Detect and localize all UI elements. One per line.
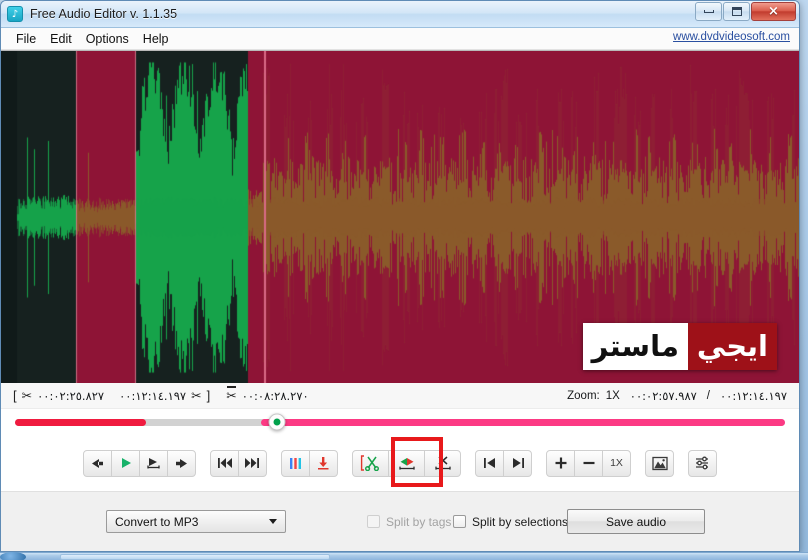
selection-info-bar: [ ✂ ٠٠:٠٢:٢٥.٨٢٧ ٠٠:١٢:١٤.١٩٧ ✂ ] ✂ ٠٠:٠… [1, 383, 799, 409]
split-by-tags-box [367, 515, 380, 528]
watermark: ايجي ماستر [582, 323, 777, 370]
minimize-icon [703, 10, 714, 13]
markers-button[interactable] [281, 449, 310, 477]
effects-settings-button[interactable] [688, 449, 717, 477]
zoom-group: 1X [546, 449, 631, 477]
minimize-button[interactable] [695, 2, 722, 21]
split-by-tags-checkbox[interactable]: Split by tags [367, 515, 451, 529]
step-forward-button[interactable] [167, 449, 196, 477]
zoom-value: 1X [605, 389, 620, 402]
skip-group [210, 449, 267, 477]
selection-length-group: ✂ ٠٠:٠٨:٢٨.٢٧٠ [226, 386, 309, 403]
close-icon: × [768, 4, 779, 19]
watermark-red-text: ايجي [687, 323, 777, 370]
seek-played-segment [15, 418, 146, 426]
position-separator: / [706, 389, 710, 402]
website-link[interactable]: www.dvdvideosoft.com [673, 31, 790, 43]
maximize-icon [731, 7, 742, 16]
menu-help[interactable]: Help [136, 30, 176, 48]
goto-start-button[interactable] [475, 449, 504, 477]
application-window: ♪ Free Audio Editor v. 1.1.35 × File Edi… [0, 0, 800, 552]
scissors-icon-end: ✂ [191, 388, 202, 403]
save-audio-button[interactable]: Save audio [567, 509, 705, 534]
scissors-length-icon: ✂ [226, 386, 237, 403]
delete-selection-button[interactable] [424, 449, 461, 477]
cut-selection-button[interactable] [352, 449, 389, 477]
split-by-tags-label: Split by tags [386, 514, 452, 529]
menu-options[interactable]: Options [79, 30, 136, 48]
nav-group [475, 449, 532, 477]
step-back-button[interactable] [83, 449, 112, 477]
seek-bar-container[interactable] [1, 409, 799, 435]
title-bar: ♪ Free Audio Editor v. 1.1.35 × [1, 1, 799, 28]
maximize-button[interactable] [723, 2, 750, 21]
menu-bar: File Edit Options Help www.dvdvideosoft.… [1, 28, 799, 50]
goto-end-button[interactable] [503, 449, 532, 477]
taskbar-window-button[interactable] [60, 554, 330, 560]
position-total: ٠٠:١٢:١٤.١٩٧ [720, 388, 787, 403]
close-button[interactable]: × [751, 2, 796, 21]
window-controls: × [695, 2, 796, 21]
scissors-icon-start: ✂ [21, 388, 33, 403]
zoom-in-button[interactable] [546, 449, 575, 477]
seek-track[interactable] [15, 413, 785, 431]
waveform-display[interactable]: ايجي ماستر [1, 50, 799, 383]
view-group [645, 449, 674, 477]
watermark-white-text: ماستر [582, 323, 688, 370]
edit-group [352, 449, 461, 477]
export-bar: Convert to MP3 Split by tags Split by se… [1, 491, 799, 551]
format-select[interactable]: Convert to MP3 [106, 510, 286, 533]
selection-start-time: ٠٠:٠٢:٢٥.٨٢٧ [37, 388, 105, 403]
insert-marker-button[interactable] [309, 449, 338, 477]
playback-group [83, 449, 196, 477]
chevron-down-icon [269, 519, 277, 524]
format-select-value: Convert to MP3 [115, 514, 199, 529]
split-by-selections-checkbox[interactable]: Split by selections [453, 515, 568, 529]
seek-remaining-segment [261, 418, 785, 426]
trim-selection-button[interactable] [388, 449, 425, 477]
zoom-reset-button[interactable]: 1X [602, 449, 631, 477]
zoom-reset-label: 1X [610, 457, 623, 469]
menu-edit[interactable]: Edit [43, 30, 79, 48]
transport-toolbar: 1X [1, 435, 799, 491]
zoom-label: Zoom: [567, 389, 600, 402]
desktop-background: ♪ Free Audio Editor v. 1.1.35 × File Edi… [0, 0, 808, 560]
zoom-and-position-group: Zoom: 1X ٠٠:٠٢:٥٧.٩٨٧ / ٠٠:١٢:١٤.١٩٧ [567, 389, 787, 403]
play-selection-button[interactable] [139, 449, 168, 477]
skip-start-button[interactable] [210, 449, 239, 477]
seek-handle-dot [273, 418, 281, 426]
selection-end-time: ٠٠:١٢:١٤.١٩٧ [119, 388, 187, 403]
bracket-open: [ [13, 388, 17, 403]
spectrum-view-button[interactable] [645, 449, 674, 477]
start-button[interactable] [0, 552, 26, 560]
seek-handle[interactable] [268, 413, 286, 431]
menu-file[interactable]: File [9, 30, 43, 48]
selection-length: ٠٠:٠٨:٢٨.٢٧٠ [241, 388, 309, 403]
bracket-close: ] [206, 388, 211, 403]
settings-group [688, 449, 717, 477]
music-note-icon: ♪ [7, 6, 23, 22]
zoom-out-button[interactable] [574, 449, 603, 477]
position-current: ٠٠:٠٢:٥٧.٩٨٧ [629, 388, 697, 403]
split-by-selections-label: Split by selections [472, 514, 569, 529]
save-audio-label: Save audio [605, 514, 667, 529]
skip-end-button[interactable] [238, 449, 267, 477]
selection-range-group: [ ✂ ٠٠:٠٢:٢٥.٨٢٧ ٠٠:١٢:١٤.١٩٧ ✂ ] [13, 388, 210, 403]
taskbar [0, 552, 808, 560]
play-button[interactable] [111, 449, 140, 477]
marker-group [281, 449, 338, 477]
split-by-selections-box [453, 515, 466, 528]
window-title: Free Audio Editor v. 1.1.35 [30, 7, 178, 21]
